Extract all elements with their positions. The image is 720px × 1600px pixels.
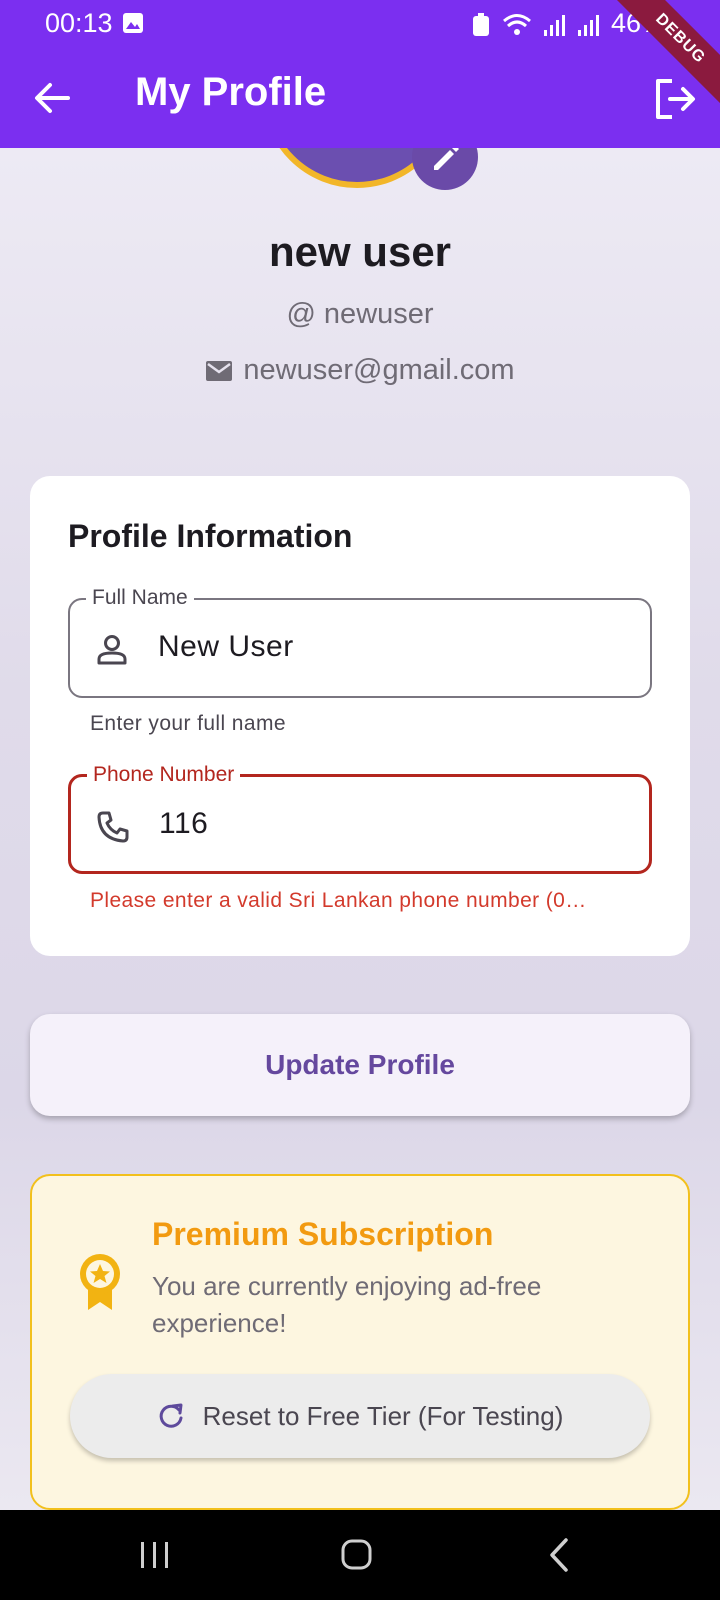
email-text: newuser@gmail.com xyxy=(243,354,515,386)
full-name-field[interactable]: Full Name New User xyxy=(68,586,652,698)
full-name-input[interactable]: New User xyxy=(158,630,294,664)
edit-avatar-button[interactable] xyxy=(412,148,478,190)
logout-icon[interactable] xyxy=(652,76,698,122)
card-title: Profile Information xyxy=(68,518,353,554)
signal-icon xyxy=(544,15,565,36)
refresh-icon xyxy=(159,1403,183,1428)
wifi-icon xyxy=(503,14,531,35)
phone-icon xyxy=(97,811,129,843)
email-row: newuser@gmail.com xyxy=(0,354,720,387)
battery-saver-icon xyxy=(473,13,489,36)
phone-number-label: Phone Number xyxy=(87,763,241,787)
email-icon xyxy=(206,360,233,381)
signal-icon xyxy=(578,15,599,36)
nav-back-icon[interactable] xyxy=(530,1532,590,1578)
full-name-label: Full Name xyxy=(86,586,194,610)
premium-title: Premium Subscription xyxy=(152,1216,494,1252)
recent-apps-icon[interactable] xyxy=(125,1532,185,1578)
status-time: 00:13 xyxy=(45,8,113,38)
award-icon xyxy=(80,1254,120,1310)
status-bar: 00:13 46% xyxy=(0,0,720,48)
home-icon[interactable] xyxy=(326,1532,386,1578)
update-profile-button[interactable]: Update Profile xyxy=(30,1014,690,1116)
app-bar: My Profile xyxy=(0,48,720,148)
image-icon xyxy=(123,13,143,33)
phone-number-error: Please enter a valid Sri Lankan phone nu… xyxy=(90,889,587,912)
person-icon xyxy=(97,635,127,665)
profile-content: new user @ newuser newuser@gmail.com Pro… xyxy=(0,148,720,1510)
phone-number-field[interactable]: Phone Number 116 xyxy=(68,763,652,874)
system-navigation-bar xyxy=(0,1510,720,1600)
reset-button-label: Reset to Free Tier (For Testing) xyxy=(202,1400,564,1431)
username: @ newuser xyxy=(286,298,434,330)
premium-description: You are currently enjoying ad-free exper… xyxy=(152,1271,542,1338)
premium-subscription-card: Premium Subscription You are currently e… xyxy=(30,1174,690,1510)
back-arrow-icon[interactable] xyxy=(30,76,74,120)
reset-free-tier-button[interactable]: Reset to Free Tier (For Testing) xyxy=(70,1374,650,1458)
status-icons xyxy=(470,12,600,38)
full-name-helper: Enter your full name xyxy=(90,712,286,735)
profile-info-card: Profile Information Full Name New User E… xyxy=(30,476,690,956)
edit-icon xyxy=(434,148,459,170)
page-title: My Profile xyxy=(135,70,327,114)
phone-number-input[interactable]: 116 xyxy=(159,807,208,841)
user-display-name: new user xyxy=(268,228,452,275)
